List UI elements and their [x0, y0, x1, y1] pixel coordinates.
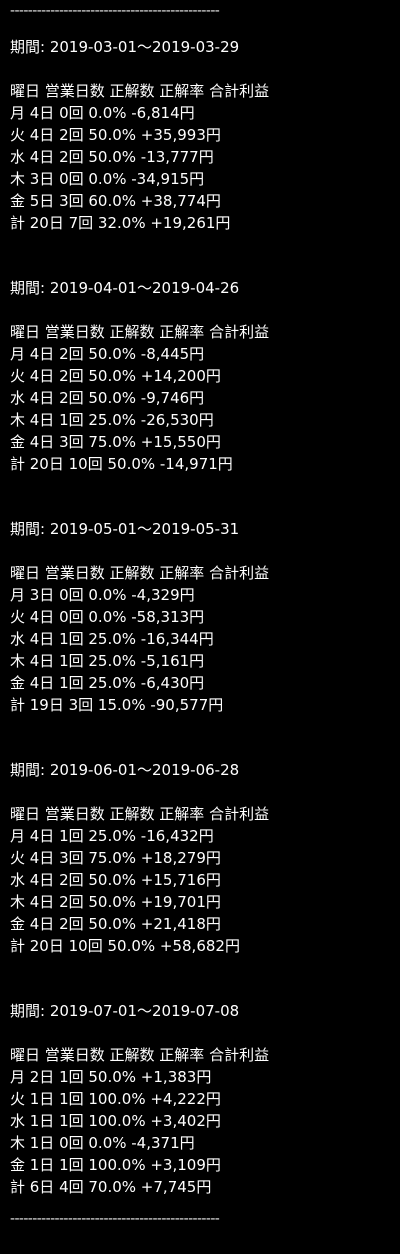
table-row: 金 4日 1回 25.0% -6,430円	[10, 674, 205, 692]
table-total-row: 計 20日 10回 50.0% -14,971円	[10, 455, 233, 473]
table-row: 火 4日 0回 0.0% -58,313円	[10, 608, 205, 626]
period-section: 期間: 2019-05-01～2019-05-31 曜日 営業日数 正解数 正解…	[10, 494, 395, 735]
period-section: 期間: 2019-04-01～2019-04-26 曜日 営業日数 正解数 正解…	[10, 253, 395, 494]
table-header: 曜日 営業日数 正解数 正解率 合計利益	[10, 1046, 270, 1064]
stats-table: 曜日 営業日数 正解数 正解率 合計利益 月 3日 0回 0.0% -4,329…	[10, 562, 269, 716]
table-row: 月 4日 1回 25.0% -16,432円	[10, 827, 214, 845]
table-row: 月 2日 1回 50.0% +1,383円	[10, 1068, 212, 1086]
table-row: 木 3日 0回 0.0% -34,915円	[10, 170, 205, 188]
table-row: 月 3日 0回 0.0% -4,329円	[10, 586, 195, 604]
table-row: 金 4日 2回 50.0% +21,418円	[10, 915, 221, 933]
period-title: 期間: 2019-07-01～2019-07-08	[10, 1002, 240, 1020]
table-row: 金 5日 3回 60.0% +38,774円	[10, 192, 221, 210]
table-row: 火 1日 1回 100.0% +4,222円	[10, 1090, 221, 1108]
table-row: 火 4日 2回 50.0% +35,993円	[10, 126, 221, 144]
table-total-row: 計 20日 7回 32.0% +19,261円	[10, 214, 231, 232]
table-row: 木 4日 1回 25.0% -5,161円	[10, 652, 205, 670]
table-row: 月 4日 0回 0.0% -6,814円	[10, 104, 195, 122]
table-header: 曜日 営業日数 正解数 正解率 合計利益	[10, 564, 270, 582]
stats-table: 曜日 営業日数 正解数 正解率 合計利益 月 4日 0回 0.0% -6,814…	[10, 80, 269, 234]
table-row: 水 4日 2回 50.0% -9,746円	[10, 389, 205, 407]
table-row: 金 1日 1回 100.0% +3,109円	[10, 1156, 221, 1174]
table-total-row: 計 6日 4回 70.0% +7,745円	[10, 1178, 212, 1196]
report-document: ----------------------------------------…	[10, 3, 395, 1217]
period-title: 期間: 2019-05-01～2019-05-31	[10, 520, 240, 538]
table-row: 水 4日 2回 50.0% -13,777円	[10, 148, 214, 166]
period-title: 期間: 2019-04-01～2019-04-26	[10, 279, 240, 297]
table-row: 木 4日 2回 50.0% +19,701円	[10, 893, 221, 911]
stats-table: 曜日 営業日数 正解数 正解率 合計利益 月 2日 1回 50.0% +1,38…	[10, 1044, 269, 1198]
table-row: 火 4日 3回 75.0% +18,279円	[10, 849, 221, 867]
table-row: 水 1日 1回 100.0% +3,402円	[10, 1112, 221, 1130]
table-total-row: 計 19日 3回 15.0% -90,577円	[10, 696, 224, 714]
table-row: 金 4日 3回 75.0% +15,550円	[10, 433, 221, 451]
table-total-row: 計 20日 10回 50.0% +58,682円	[10, 937, 240, 955]
period-section: 期間: 2019-03-01～2019-03-29 曜日 営業日数 正解数 正解…	[10, 12, 395, 253]
table-header: 曜日 営業日数 正解数 正解率 合計利益	[10, 805, 270, 823]
period-section: 期間: 2019-06-01～2019-06-28 曜日 営業日数 正解数 正解…	[10, 735, 395, 976]
table-row: 月 4日 2回 50.0% -8,445円	[10, 345, 205, 363]
stats-table: 曜日 営業日数 正解数 正解率 合計利益 月 4日 1回 25.0% -16,4…	[10, 803, 269, 957]
table-header: 曜日 営業日数 正解数 正解率 合計利益	[10, 323, 270, 341]
table-row: 水 4日 1回 25.0% -16,344円	[10, 630, 214, 648]
period-title: 期間: 2019-06-01～2019-06-28	[10, 761, 240, 779]
period-section: 期間: 2019-07-01～2019-07-08 曜日 営業日数 正解数 正解…	[10, 976, 395, 1217]
stats-table: 曜日 営業日数 正解数 正解率 合計利益 月 4日 2回 50.0% -8,44…	[10, 321, 269, 475]
table-row: 木 4日 1回 25.0% -26,530円	[10, 411, 214, 429]
table-row: 木 1日 0回 0.0% -4,371円	[10, 1134, 195, 1152]
bottom-divider: ----------------------------------------…	[10, 1211, 220, 1227]
table-header: 曜日 営業日数 正解数 正解率 合計利益	[10, 82, 270, 100]
table-row: 水 4日 2回 50.0% +15,716円	[10, 871, 221, 889]
table-row: 火 4日 2回 50.0% +14,200円	[10, 367, 221, 385]
period-title: 期間: 2019-03-01～2019-03-29	[10, 38, 240, 56]
